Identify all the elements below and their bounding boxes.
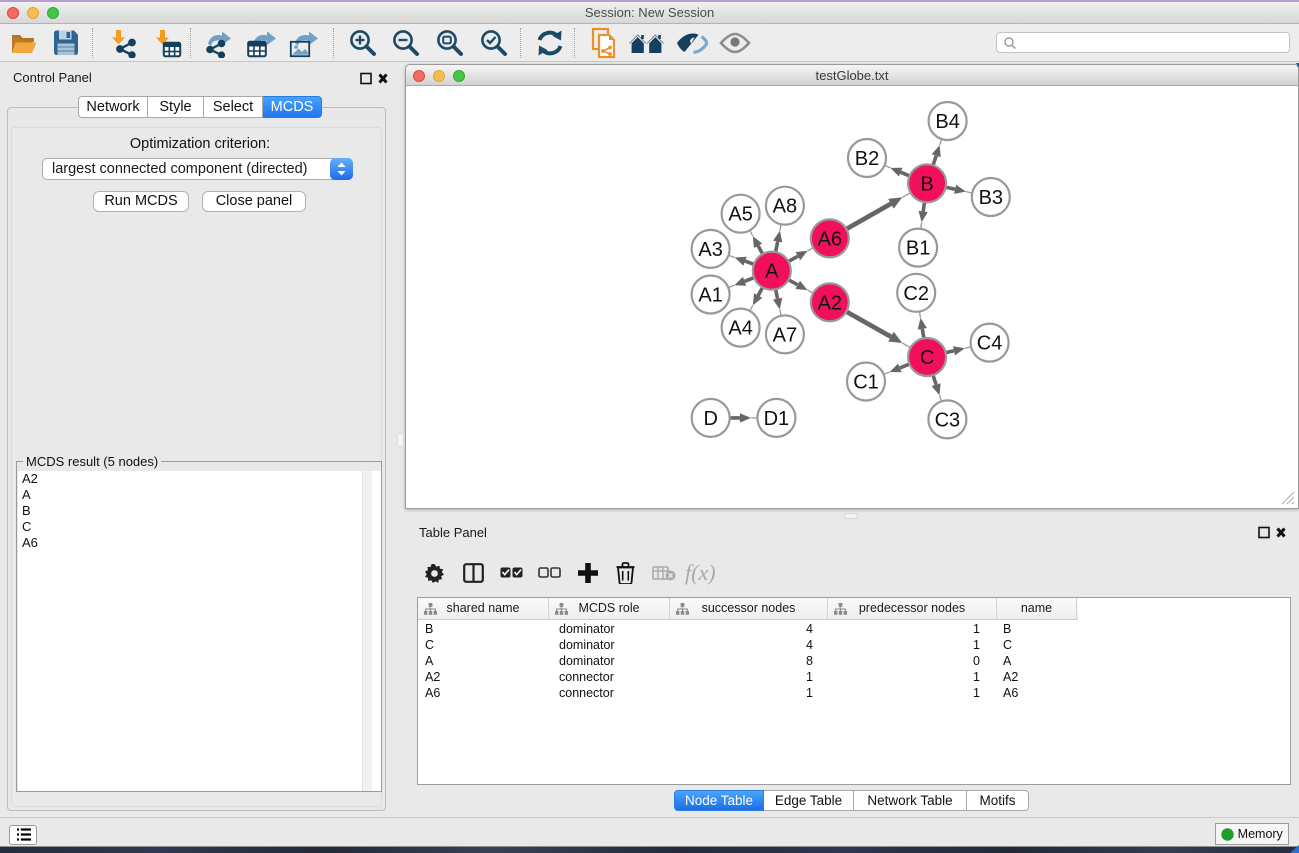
svg-text:B: B [920, 173, 933, 195]
svg-text:C: C [920, 347, 934, 369]
svg-text:A3: A3 [698, 239, 722, 261]
svg-text:A8: A8 [773, 196, 797, 218]
svg-text:A5: A5 [728, 204, 752, 226]
svg-text:B3: B3 [979, 187, 1003, 209]
svg-text:D1: D1 [764, 408, 790, 430]
svg-text:C4: C4 [977, 333, 1003, 355]
svg-text:B2: B2 [855, 148, 879, 170]
svg-text:B1: B1 [906, 238, 930, 260]
svg-text:B4: B4 [935, 111, 959, 133]
svg-text:A4: A4 [728, 318, 752, 340]
svg-text:A7: A7 [773, 324, 797, 346]
svg-text:A2: A2 [818, 292, 842, 314]
svg-text:A: A [765, 261, 779, 283]
svg-text:C2: C2 [903, 283, 929, 305]
svg-text:C1: C1 [853, 372, 879, 394]
svg-text:A1: A1 [698, 285, 722, 307]
svg-text:D: D [703, 408, 717, 430]
svg-text:C3: C3 [935, 409, 961, 431]
svg-text:A6: A6 [818, 228, 842, 250]
